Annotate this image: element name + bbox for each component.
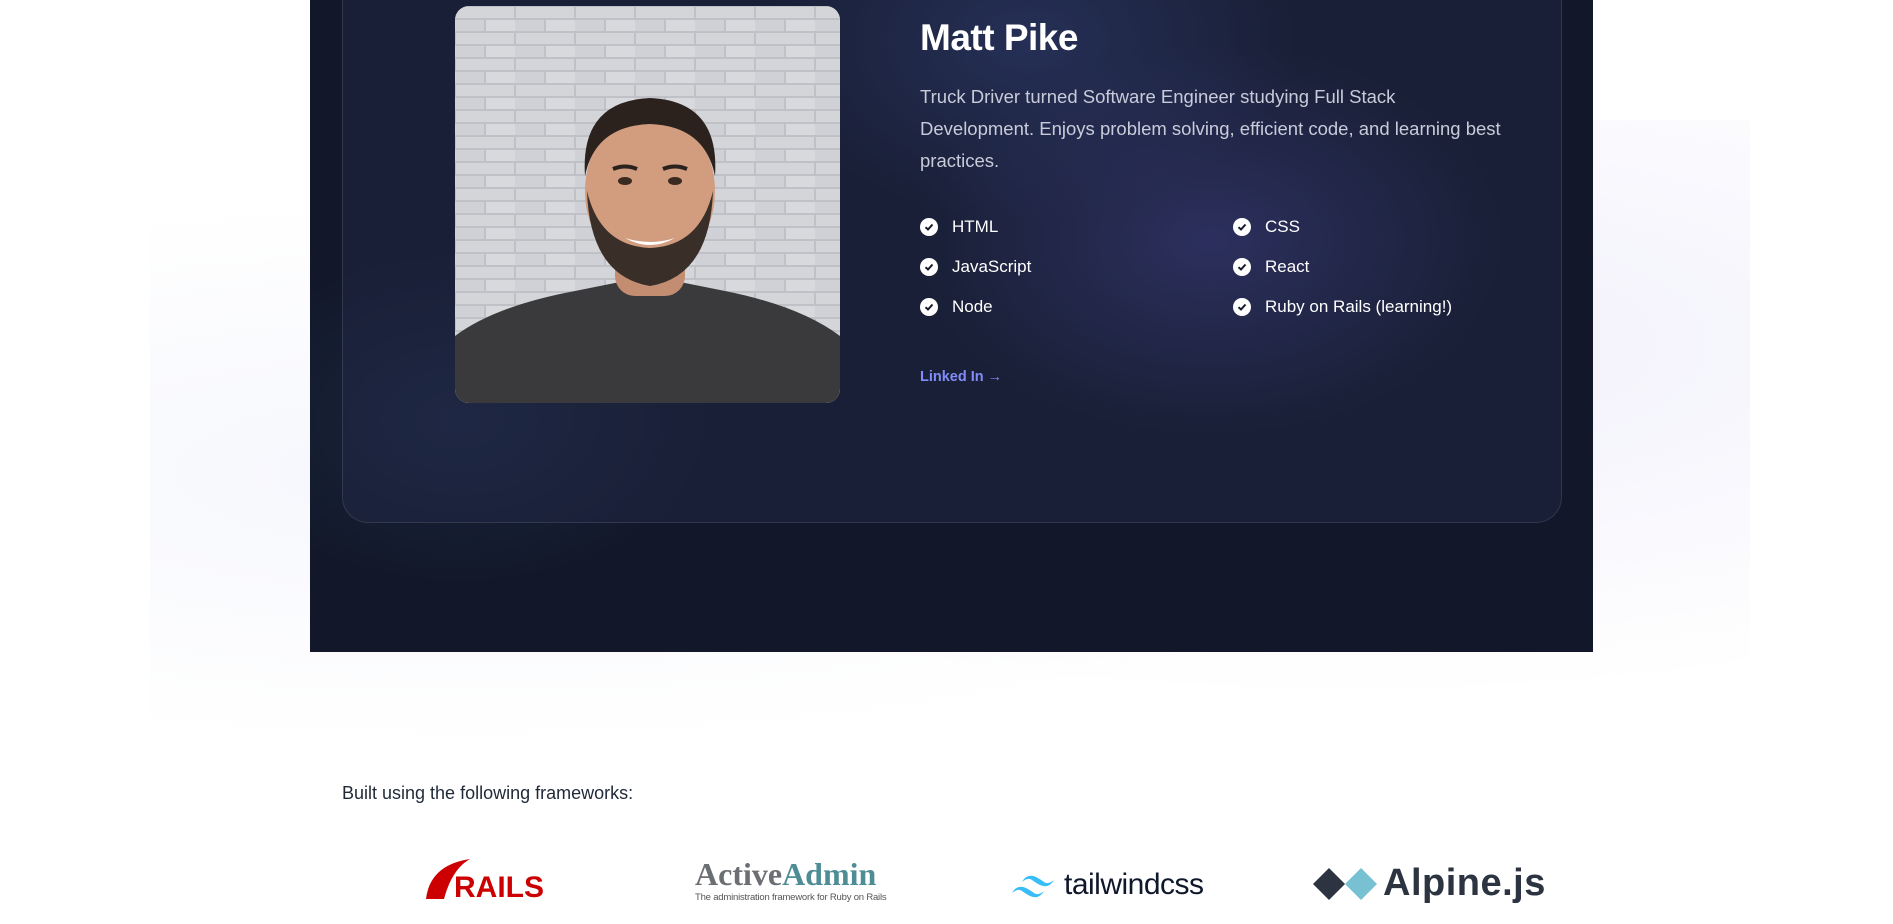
activeadmin-logo-text-a: Active — [695, 856, 783, 892]
profile-photo — [455, 6, 840, 403]
tailwindcss-logo-text: tailwindcss — [1064, 868, 1204, 901]
alpine-mountain-icon — [1313, 867, 1377, 900]
skill-label: Ruby on Rails (learning!) — [1265, 297, 1453, 316]
linkedin-link[interactable]: Linked In → — [920, 369, 1002, 385]
check-circle-icon — [920, 258, 938, 276]
alpinejs-logo[interactable]: Alpine.js — [1313, 862, 1546, 905]
skill-item: Node — [920, 295, 1233, 319]
skill-item: CSS — [1233, 215, 1533, 239]
profile-name: Matt Pike — [920, 17, 1078, 58]
profile-section: Matt Pike Truck Driver turned Software E… — [310, 0, 1593, 652]
skills-list: HTML CSS JavaScript React Node Ruby on R… — [920, 215, 1520, 319]
activeadmin-logo[interactable]: ActiveAdmin The administration framework… — [695, 856, 887, 903]
profile-info: Matt Pike Truck Driver turned Software E… — [920, 11, 1520, 386]
rails-logo[interactable]: RAILS — [422, 855, 546, 906]
skill-item: Ruby on Rails (learning!) — [1233, 295, 1533, 319]
skill-label: JavaScript — [952, 257, 1032, 276]
alpinejs-logo-text: Alpine.js — [1383, 862, 1546, 904]
check-circle-icon — [1233, 258, 1251, 276]
check-circle-icon — [1233, 298, 1251, 316]
tailwindcss-logo[interactable]: tailwindcss — [1010, 868, 1204, 902]
skill-item: HTML — [920, 215, 1233, 239]
skill-label: Node — [952, 297, 993, 316]
tailwind-wave-icon — [1012, 875, 1054, 898]
activeadmin-tagline: The administration framework for Ruby on… — [695, 892, 887, 903]
check-circle-icon — [920, 298, 938, 316]
check-circle-icon — [920, 218, 938, 236]
skill-item: React — [1233, 255, 1533, 279]
skill-label: React — [1265, 257, 1310, 276]
skill-item: JavaScript — [920, 255, 1233, 279]
frameworks-heading: Built using the following frameworks: — [342, 783, 634, 803]
profile-card: Matt Pike Truck Driver turned Software E… — [342, 0, 1562, 523]
rails-logo-text: RAILS — [454, 871, 544, 901]
profile-bio: Truck Driver turned Software Engineer st… — [920, 86, 1501, 171]
skill-label: CSS — [1265, 217, 1300, 236]
activeadmin-logo-text-b: Admin — [782, 856, 877, 892]
check-circle-icon — [1233, 218, 1251, 236]
skill-label: HTML — [952, 217, 999, 236]
